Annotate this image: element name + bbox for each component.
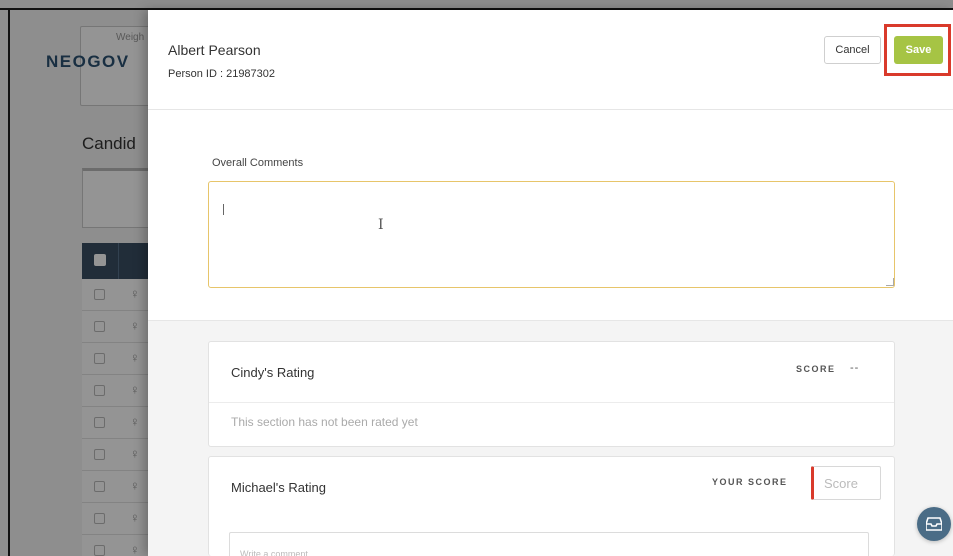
rating-title: Cindy's Rating	[231, 365, 315, 380]
score-value: --	[850, 362, 860, 374]
person-id: Person ID : 21987302	[168, 68, 276, 80]
score-input[interactable]	[811, 466, 881, 500]
inbox-icon[interactable]	[917, 507, 951, 541]
inbox-icon-glyph	[926, 517, 942, 531]
person-name: Albert Pearson	[168, 42, 261, 58]
cancel-button[interactable]: Cancel	[824, 36, 881, 64]
ibeam-cursor-icon: I	[378, 217, 384, 233]
text-caret	[223, 204, 224, 215]
rating-status: This section has not been rated yet	[231, 415, 418, 429]
comment-input[interactable]	[229, 532, 869, 556]
textarea-resize-handle[interactable]	[886, 278, 894, 286]
rating-side-panel: Albert Pearson Person ID : 21987302 Canc…	[148, 10, 953, 556]
overall-comments-field[interactable]	[208, 181, 895, 288]
rating-title: Michael's Rating	[231, 480, 326, 495]
card-divider	[209, 402, 894, 403]
overall-comments-label: Overall Comments	[212, 157, 304, 169]
save-button[interactable]: Save	[894, 36, 943, 64]
frame-border-left	[8, 8, 10, 556]
panel-header: Albert Pearson Person ID : 21987302 Canc…	[148, 10, 953, 110]
rating-card-cindy: Cindy's Rating SCORE -- This section has…	[208, 341, 895, 447]
score-label: SCORE	[796, 364, 836, 374]
rating-card-michael: Michael's Rating YOUR SCORE	[208, 456, 895, 556]
your-score-label: YOUR SCORE	[712, 477, 788, 487]
